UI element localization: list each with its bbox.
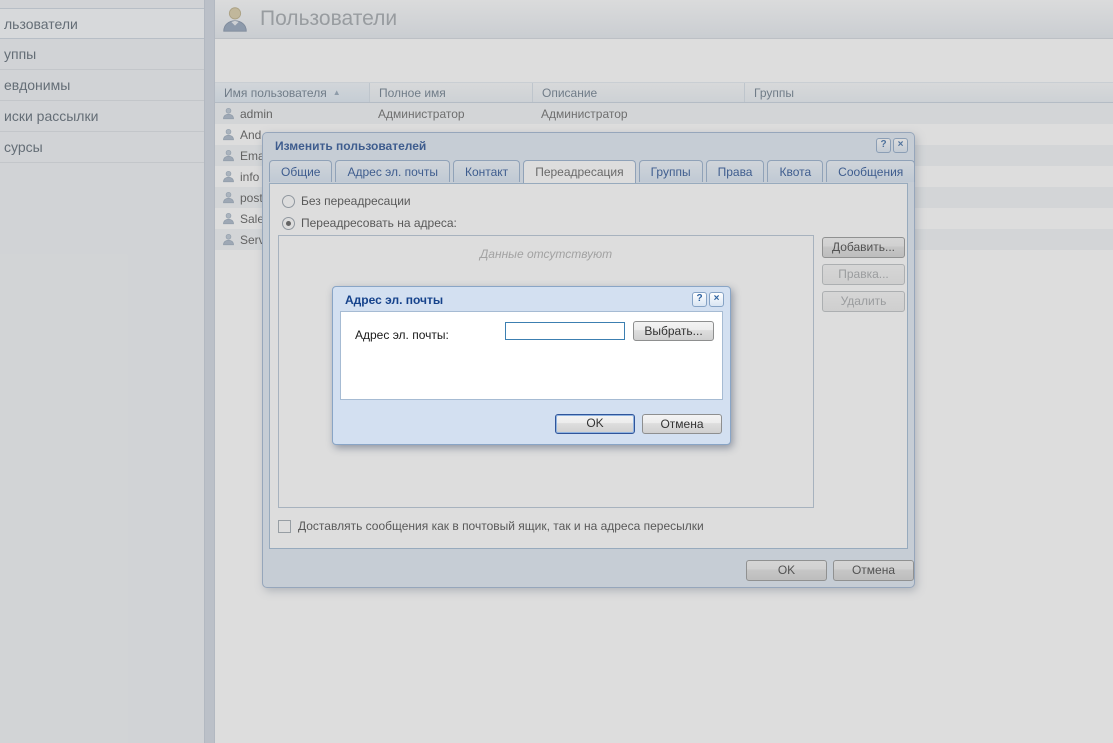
email-address-input[interactable] [505,322,625,340]
email-address-label: Адрес эл. почты: [355,328,449,342]
address-dialog-content: Адрес эл. почты: Выбрать... [340,311,723,400]
email-address-dialog: Адрес эл. почты ? × Адрес эл. почты: Выб… [332,286,731,445]
close-icon[interactable]: × [709,292,724,307]
choose-button[interactable]: Выбрать... [633,321,714,341]
address-dialog-cancel-button[interactable]: Отмена [642,414,722,434]
address-dialog-ok-button[interactable]: OK [555,414,635,434]
address-dialog-title: Адрес эл. почты [345,293,443,307]
help-icon[interactable]: ? [692,292,707,307]
address-dialog-tools: ? × [692,292,724,307]
